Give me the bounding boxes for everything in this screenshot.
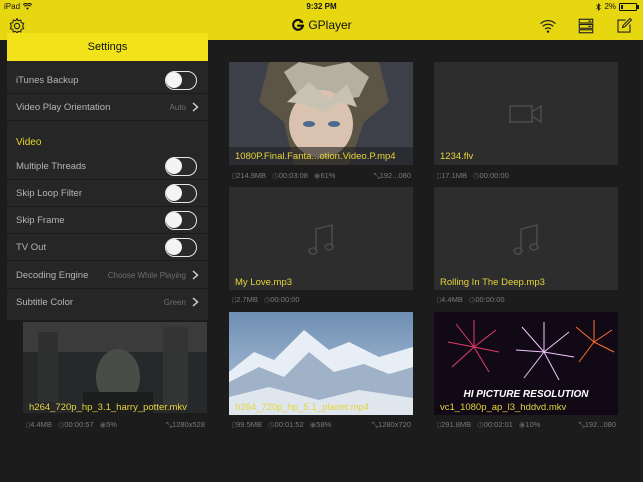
setting-tv-out: TV Out bbox=[7, 234, 208, 261]
media-duration: 00:01:52 bbox=[274, 420, 304, 429]
media-thumbnail bbox=[229, 312, 413, 415]
nav-actions bbox=[539, 17, 633, 35]
media-size: 291.8MB bbox=[441, 420, 472, 429]
media-size: 99.5MB bbox=[236, 420, 262, 429]
chevron-right-icon bbox=[192, 270, 199, 280]
thumbnail-overlay-text: HI PICTURE RESOLUTION bbox=[463, 389, 589, 400]
setting-label: Multiple Threads bbox=[16, 161, 87, 172]
media-meta: ▯99.5MB ◷00:01:52 ◉58% bbox=[232, 420, 332, 429]
setting-label: Decoding Engine bbox=[16, 270, 89, 281]
media-meta: ▯214.9MB ◷00:03:08 ◉61% bbox=[232, 171, 336, 180]
media-size: 214.9MB bbox=[236, 171, 267, 180]
media-meta: ▯291.8MB ◷00:02:01 ◉10% bbox=[437, 420, 541, 429]
skip-frame-toggle[interactable] bbox=[165, 211, 197, 230]
music-icon bbox=[229, 187, 413, 290]
media-thumbnail: HI PICTURE RESOLUTION bbox=[434, 312, 618, 415]
media-thumbnail bbox=[229, 187, 413, 290]
media-resolution: ⤡1280x528 bbox=[166, 420, 205, 429]
media-resolution: ⤡192...080 bbox=[578, 420, 616, 429]
media-duration: 00:00:00 bbox=[270, 295, 300, 304]
itunes-backup-toggle[interactable] bbox=[165, 71, 197, 90]
setting-video-play-orientation[interactable]: Video Play Orientation Auto bbox=[7, 94, 208, 121]
settings-header: Settings bbox=[7, 33, 208, 61]
media-meta: ▯17.1MB ◷00:00:00 bbox=[437, 171, 509, 180]
fireworks-scene-art: HI PICTURE RESOLUTION bbox=[434, 312, 618, 415]
bluetooth-icon bbox=[596, 2, 602, 11]
status-right: 2% bbox=[596, 2, 639, 11]
setting-skip-frame: Skip Frame bbox=[7, 207, 208, 234]
status-time: 9:32 PM bbox=[306, 2, 337, 11]
media-name: 1234.flv bbox=[440, 151, 474, 162]
media-duration: 00:00:00 bbox=[475, 295, 505, 304]
media-duration: 00:00:57 bbox=[64, 420, 94, 429]
media-thumbnail bbox=[229, 62, 413, 165]
media-size: 4.4MB bbox=[441, 295, 463, 304]
media-name: h264_720p_hp_3.1_harry_potter.mkv bbox=[29, 402, 187, 413]
media-progress: 61% bbox=[320, 171, 336, 180]
setting-label: Video Play Orientation bbox=[16, 102, 111, 113]
app-title-text: GPlayer bbox=[308, 18, 352, 32]
video-icon bbox=[434, 62, 618, 165]
setting-decoding-engine[interactable]: Decoding Engine Choose While Playing bbox=[7, 262, 208, 289]
media-meta: ▯2.7MB ◷00:00:00 bbox=[232, 295, 300, 304]
media-meta: ▯4.4MB ◷00:00:00 bbox=[437, 295, 505, 304]
setting-multiple-threads: Multiple Threads bbox=[7, 153, 208, 180]
setting-label: Subtitle Color bbox=[16, 297, 74, 308]
music-icon bbox=[434, 187, 618, 290]
media-size: 2.7MB bbox=[236, 295, 258, 304]
media-thumbnail bbox=[434, 187, 618, 290]
media-name: h264_720p_hp_5.1_planet.mp4 bbox=[235, 402, 370, 413]
server-icon[interactable] bbox=[577, 17, 595, 35]
compose-icon[interactable] bbox=[615, 17, 633, 35]
setting-skip-loop-filter: Skip Loop Filter bbox=[7, 180, 208, 207]
media-meta: ▯4.4MB ◷00:00:57 ◉5% bbox=[26, 420, 117, 429]
media-thumbnail bbox=[434, 62, 618, 165]
settings-panel: Settings iTunes Backup Video Play Orient… bbox=[7, 33, 208, 320]
media-name: Rolling In The Deep.mp3 bbox=[440, 277, 545, 288]
media-name: 1080P.Final.Fanta...otion.Video.P.mp4 bbox=[235, 151, 396, 162]
media-progress: 10% bbox=[525, 420, 541, 429]
media-duration: 00:02:01 bbox=[483, 420, 513, 429]
multiple-threads-toggle[interactable] bbox=[165, 157, 197, 176]
video-section-title: Video bbox=[16, 137, 42, 148]
media-progress: 5% bbox=[106, 420, 117, 429]
setting-value: Green bbox=[163, 298, 186, 307]
battery-tip bbox=[637, 4, 639, 9]
setting-label: TV Out bbox=[16, 242, 47, 253]
skip-loop-filter-toggle[interactable] bbox=[165, 184, 197, 203]
status-bar: iPad 9:32 PM 2% bbox=[0, 0, 643, 13]
media-duration: 00:03:08 bbox=[278, 171, 308, 180]
setting-label: Skip Frame bbox=[16, 215, 65, 226]
gplayer-logo-icon bbox=[292, 18, 305, 31]
media-name: vc1_1080p_ap_l3_hddvd.mkv bbox=[440, 402, 567, 413]
setting-label: Skip Loop Filter bbox=[16, 188, 83, 199]
media-duration: 00:00:00 bbox=[479, 171, 509, 180]
mountain-scene-art bbox=[229, 312, 413, 415]
dark-scene-art bbox=[23, 322, 207, 413]
setting-itunes-backup: iTunes Backup bbox=[7, 67, 208, 94]
media-thumbnail bbox=[23, 322, 207, 413]
media-size: 4.4MB bbox=[30, 420, 52, 429]
media-name: My Love.mp3 bbox=[235, 277, 293, 288]
wifi-icon[interactable] bbox=[539, 17, 557, 35]
setting-value: Choose While Playing bbox=[107, 271, 186, 280]
setting-label: iTunes Backup bbox=[16, 75, 79, 86]
anime-frame-art bbox=[229, 62, 413, 165]
battery-percent: 2% bbox=[604, 2, 616, 11]
chevron-right-icon bbox=[192, 102, 199, 112]
media-resolution: ⤡1280x720 bbox=[372, 420, 411, 429]
chevron-right-icon bbox=[192, 297, 199, 307]
setting-value: Auto bbox=[169, 103, 186, 112]
setting-subtitle-color[interactable]: Subtitle Color Green bbox=[7, 289, 208, 316]
tv-out-toggle[interactable] bbox=[165, 238, 197, 257]
battery-icon bbox=[619, 2, 637, 11]
app-screen: iPad 9:32 PM 2% GPlayer 1080P.Final.Fant… bbox=[0, 0, 643, 482]
media-size: 17.1MB bbox=[441, 171, 467, 180]
media-resolution: ⤡192...080 bbox=[373, 171, 411, 180]
media-progress: 58% bbox=[316, 420, 332, 429]
